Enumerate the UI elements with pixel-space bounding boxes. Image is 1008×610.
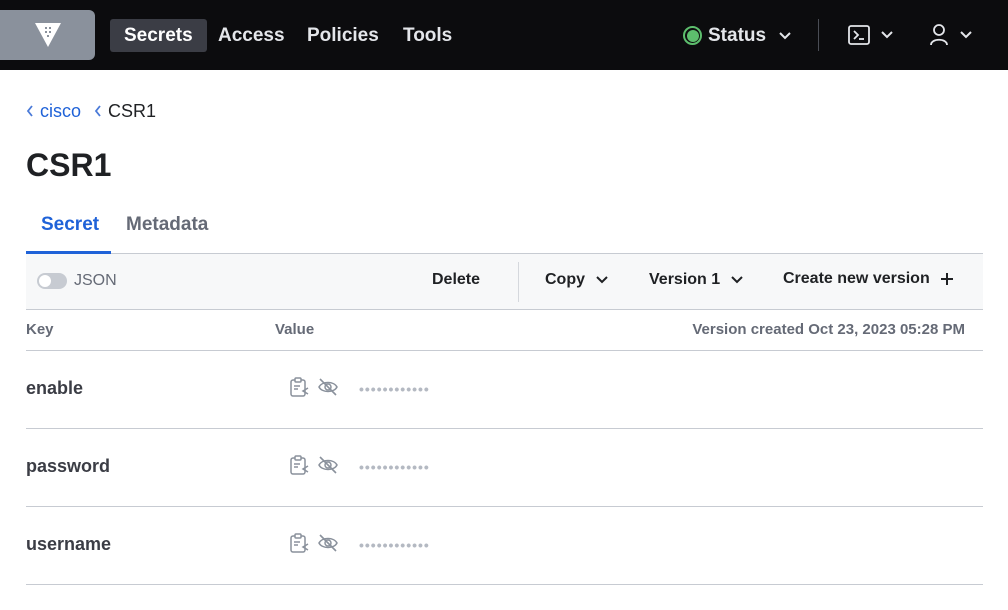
plus-icon <box>940 273 953 285</box>
chevron-down-icon <box>960 31 972 39</box>
column-header-key: Key <box>26 321 54 338</box>
version-created-text: Version created Oct 23, 2023 05:28 PM <box>692 321 965 338</box>
nav-divider <box>818 19 819 51</box>
masked-secret-value: •••••••••••• <box>359 459 430 475</box>
delete-button-label: Delete <box>432 271 481 288</box>
nav-access[interactable]: Access <box>204 19 299 52</box>
masked-secret-value: •••••••••••• <box>359 381 430 397</box>
vault-logo-icon <box>34 23 61 47</box>
copy-to-clipboard-icon[interactable] <box>289 533 309 553</box>
vault-logo-button[interactable] <box>0 10 95 60</box>
console-icon <box>848 25 870 45</box>
copy-to-clipboard-icon[interactable] <box>289 377 309 397</box>
version-button-label: Version 1 <box>649 271 721 288</box>
table-row: username •••••••••••• <box>26 507 983 585</box>
breadcrumb-item-cisco[interactable]: cisco <box>26 101 81 122</box>
page-title: CSR1 <box>26 147 112 183</box>
status-label: Status <box>708 24 767 46</box>
console-menu-button[interactable] <box>848 22 894 48</box>
chevron-down-icon <box>779 31 791 39</box>
breadcrumb-link[interactable]: cisco <box>40 101 81 122</box>
user-menu-button[interactable] <box>929 22 973 48</box>
masked-secret-value: •••••••••••• <box>359 537 430 553</box>
nav-tools[interactable]: Tools <box>389 19 466 52</box>
secret-key: enable <box>26 378 84 398</box>
copy-menu-button[interactable]: Copy <box>545 271 609 289</box>
breadcrumb: cisco CSR1 <box>26 99 169 123</box>
secret-key: username <box>26 534 112 554</box>
version-menu-button[interactable]: Version 1 <box>649 271 744 289</box>
chevron-down-icon <box>881 31 893 39</box>
breadcrumb-item-current: CSR1 <box>94 101 156 122</box>
chevron-down-icon <box>731 276 743 284</box>
copy-to-clipboard-icon[interactable] <box>289 455 309 475</box>
eye-off-icon[interactable] <box>317 377 339 397</box>
column-header-value: Value <box>275 321 315 338</box>
chevron-down-icon <box>596 276 608 284</box>
json-toggle-label: JSON <box>74 272 117 289</box>
tab-secret[interactable]: Secret <box>41 214 99 236</box>
eye-off-icon[interactable] <box>317 455 339 475</box>
tab-bar: Secret Metadata <box>26 206 983 254</box>
status-ok-icon <box>683 26 702 45</box>
tab-metadata[interactable]: Metadata <box>126 214 208 236</box>
table-row: password •••••••••••• <box>26 429 983 507</box>
toolbar-divider <box>518 262 519 302</box>
chevron-left-icon <box>94 105 101 117</box>
eye-off-icon[interactable] <box>317 533 339 553</box>
secret-toolbar: JSON Delete Copy Version 1 Create new ve… <box>26 254 983 310</box>
table-row: enable •••••••••••• <box>26 351 983 429</box>
nav-policies[interactable]: Policies <box>293 19 393 52</box>
nav-secrets[interactable]: Secrets <box>110 19 207 52</box>
create-new-version-label: Create new version <box>783 270 930 287</box>
user-icon <box>930 24 948 46</box>
chevron-left-icon <box>26 105 33 117</box>
create-new-version-button[interactable]: Create new version <box>783 270 954 288</box>
copy-button-label: Copy <box>545 271 585 288</box>
status-menu-button[interactable]: Status <box>683 19 792 52</box>
delete-button[interactable]: Delete <box>432 271 480 289</box>
secret-key: password <box>26 456 111 476</box>
breadcrumb-current-label: CSR1 <box>108 100 157 121</box>
top-navigation-bar: Secrets Access Policies Tools Status <box>0 0 1008 70</box>
json-toggle[interactable] <box>37 273 67 289</box>
